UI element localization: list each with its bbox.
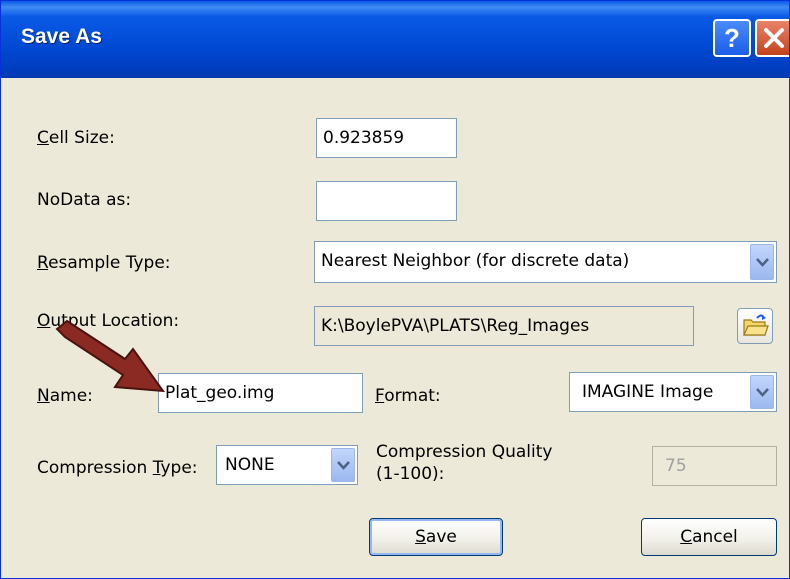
- resample-accel: R: [37, 253, 49, 273]
- cell-size-label-text: ell Size:: [48, 128, 115, 148]
- compression-quality-input[interactable]: 75: [652, 446, 777, 486]
- output-location-input[interactable]: K:\BoylePVA\PLATS\Reg_Images: [314, 306, 694, 346]
- cell-size-input[interactable]: 0.923859: [316, 118, 457, 158]
- save-accel: S: [415, 527, 426, 547]
- format-label: Format:: [375, 386, 441, 406]
- cancel-button[interactable]: Cancel: [641, 518, 777, 556]
- compression-type-dropdown-button[interactable]: [331, 448, 355, 482]
- help-button[interactable]: ?: [713, 19, 751, 57]
- compression-quality-label-line1: Compression Quality: [376, 442, 553, 462]
- format-accel: F: [375, 386, 385, 406]
- title-bar[interactable]: Save As ?: [1, 1, 789, 78]
- cancel-accel: C: [680, 527, 693, 547]
- cell-size-accel: C: [37, 128, 49, 148]
- close-icon: [764, 28, 784, 48]
- name-input[interactable]: Plat_geo.img: [158, 373, 363, 413]
- format-dropdown-button[interactable]: [750, 375, 774, 409]
- compression-type-select[interactable]: NONE: [216, 445, 358, 485]
- output-location-accel: O: [37, 311, 51, 331]
- resample-type-value: Nearest Neighbor (for discrete data): [321, 251, 630, 271]
- format-select[interactable]: IMAGINE Image: [569, 372, 777, 412]
- nodata-input[interactable]: [316, 181, 457, 221]
- compression-type-label-pre: Compression: [37, 458, 153, 478]
- cell-size-label: Cell Size:: [37, 128, 115, 148]
- resample-label-text: esample Type:: [48, 253, 171, 273]
- red-arrow-icon: [55, 319, 166, 393]
- save-as-dialog: Save As ? Cell Size: 0.923859 NoData as:…: [0, 0, 790, 579]
- resample-type-select[interactable]: Nearest Neighbor (for discrete data): [314, 241, 777, 283]
- resample-dropdown-button[interactable]: [750, 244, 774, 280]
- format-label-text: ormat:: [384, 386, 441, 406]
- compression-type-label: Compression Type:: [37, 458, 198, 478]
- browse-folder-button[interactable]: [737, 308, 773, 344]
- chevron-down-icon: [337, 461, 350, 470]
- chevron-down-icon: [756, 388, 769, 397]
- compression-type-label-text: ype:: [160, 458, 198, 478]
- chevron-down-icon: [756, 258, 769, 267]
- format-value: IMAGINE Image: [582, 382, 714, 402]
- nodata-label: NoData as:: [37, 190, 132, 210]
- save-button[interactable]: Save: [369, 518, 503, 556]
- save-button-label: ave: [425, 527, 457, 547]
- cancel-button-label: ancel: [692, 527, 738, 547]
- folder-open-icon: [743, 314, 769, 336]
- compression-type-value: NONE: [225, 455, 275, 475]
- name-accel: N: [37, 386, 50, 406]
- window-title: Save As: [21, 25, 102, 48]
- question-icon: ?: [724, 23, 740, 53]
- resample-type-label: Resample Type:: [37, 253, 171, 273]
- compression-quality-label-line2: (1-100):: [376, 464, 445, 484]
- close-button[interactable]: [755, 19, 789, 57]
- compression-quality-label: Compression Quality (1-100):: [376, 441, 552, 485]
